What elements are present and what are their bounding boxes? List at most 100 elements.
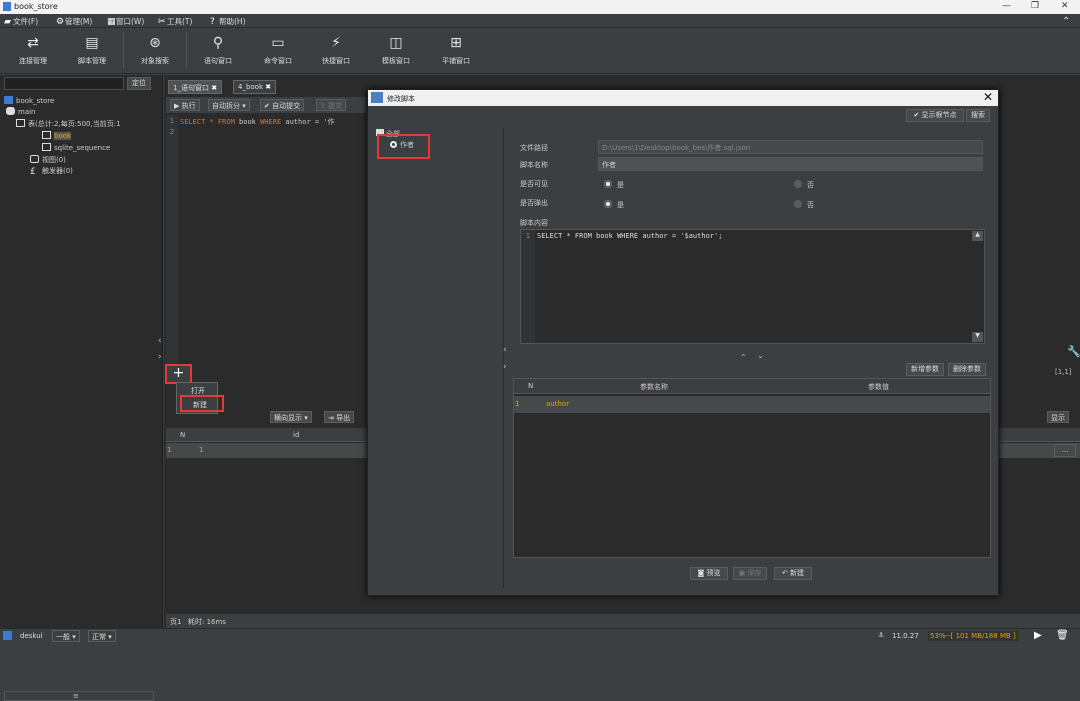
tab-statement-window[interactable]: 1_语句窗口 ✖ (168, 80, 223, 94)
tree-table-sqlite-sequence[interactable]: sqlite_sequence (42, 143, 110, 153)
chevron-left-icon[interactable]: ‹ (158, 336, 162, 346)
elapsed-time: 耗时: 16ms (188, 618, 226, 626)
export-icon: ⇥ (328, 414, 337, 422)
show-button[interactable]: 显示 (1047, 411, 1069, 423)
maximize-button[interactable]: ❐ (1031, 1, 1039, 11)
name-field[interactable]: 作者 (598, 157, 983, 171)
close-icon[interactable]: ✖ (211, 84, 217, 92)
help-icon: ? (210, 17, 215, 27)
preview-button[interactable]: ◙ 预览 (690, 567, 728, 580)
tree-tables[interactable]: 表(总计:2,每页:500,当前页:1 (16, 119, 121, 129)
collapse-icon[interactable]: ⌃ (1062, 16, 1070, 27)
toolbar-object-search-button[interactable]: ⊛ 对象搜索 (129, 34, 181, 66)
page-indicator: 页1 (170, 618, 182, 626)
visible-yes-radio[interactable]: 是 (604, 180, 624, 190)
dialog-titlebar: 修改脚本 ✕ (368, 90, 998, 106)
toolbar-command-button[interactable]: ▭ 命令窗口 (252, 34, 304, 66)
param-name-cell: author (546, 400, 570, 408)
add-script-button[interactable]: + (165, 364, 192, 384)
toolbar-template-button[interactable]: ◫ 模板窗口 (370, 34, 422, 66)
popup-label: 是否弹出 (520, 199, 548, 207)
toolbar-divider (186, 32, 187, 68)
more-button[interactable]: ... (1054, 444, 1076, 457)
close-window-button[interactable]: ✕ (1061, 1, 1069, 11)
tile-icon: ⊞ (450, 35, 462, 51)
radio-icon (794, 200, 802, 208)
run-button[interactable]: ▶ 执行 (170, 99, 200, 111)
menu-help[interactable]: ? 帮助(H) (210, 16, 246, 27)
tree-item-highlight (377, 134, 430, 159)
chevron-right-icon[interactable]: › (503, 362, 507, 372)
toolbar-label: 连接管理 (19, 57, 47, 65)
play-icon[interactable]: ▶ (1034, 630, 1042, 641)
code-line[interactable]: SELECT * FROM book WHERE author = '作 (180, 117, 335, 127)
toolbar-script-button[interactable]: ▤ 脚本管理 (66, 34, 118, 66)
bottom-bar: deskui 一般 ▾ 正常 ▾ ⚓ 11.0.27 53%--[ 101 MB… (0, 628, 1080, 644)
row-id-cell: 1 (199, 446, 204, 454)
tab-label: 4_book (238, 83, 264, 91)
menu-manage[interactable]: ⚙管理(M) (56, 16, 92, 27)
new-button[interactable]: ↶ 新建 (774, 567, 812, 580)
visible-label: 是否可见 (520, 180, 548, 188)
tree-table-book[interactable]: book (42, 131, 72, 141)
dialog-close-button[interactable]: ✕ (983, 90, 993, 104)
tree-root[interactable]: book_store (4, 96, 54, 106)
chevron-down-icon[interactable]: ⌄ (757, 351, 764, 360)
trash-icon[interactable]: 🗑 (1056, 630, 1069, 641)
toolbar-divider (123, 32, 124, 68)
commit-button[interactable]: ⇪ 提交 (316, 99, 347, 111)
delete-param-button[interactable]: 删除参数 (948, 363, 986, 376)
chevron-up-icon[interactable]: ⌃ (740, 353, 747, 362)
windows-icon: ▦ (107, 17, 116, 27)
path-field[interactable]: D:\Users\1\Desktop\book_bes\作者.sql.json (598, 140, 983, 154)
popup-no-radio[interactable]: 否 (794, 200, 814, 210)
window-title: book_store (14, 2, 58, 11)
auto-split-dropdown[interactable]: 自动拆分 ▾ (208, 99, 250, 111)
scroll-up-icon[interactable]: ▲ (972, 231, 983, 241)
code-keyword: WHERE (260, 118, 282, 126)
menu-tools[interactable]: ✂工具(T) (158, 16, 192, 27)
horizontal-scrollbar[interactable]: ≡ (4, 691, 154, 701)
tree-main[interactable]: main (6, 107, 36, 117)
menu-window[interactable]: ▦窗口(W) (107, 16, 144, 27)
mode-label: 一般 (56, 633, 70, 641)
close-icon[interactable]: ✖ (265, 83, 271, 91)
toolbar-quick-button[interactable]: ⚡ 快捷窗口 (310, 34, 362, 66)
line-number: 2 (169, 128, 175, 136)
toolbar-statement-button[interactable]: ⚲ 语句窗口 (192, 34, 244, 66)
connection-icon: ⇄ (27, 35, 39, 51)
tree-triggers[interactable]: £ 触发器(0) (30, 167, 73, 177)
new-label: 新建 (790, 569, 805, 577)
add-param-button[interactable]: 新增参数 (906, 363, 944, 376)
dialog-search-button[interactable]: 搜索 (966, 109, 990, 122)
chevron-right-icon[interactable]: › (158, 352, 162, 362)
tree-search-input[interactable] (4, 77, 124, 90)
display-mode-dropdown[interactable]: 横向显示 ▾ (270, 411, 312, 423)
chevron-left-icon[interactable]: ‹ (503, 345, 507, 355)
save-label: 保存 (747, 569, 762, 577)
tab-book[interactable]: 4_book ✖ (233, 80, 277, 94)
line-number: 1 (521, 230, 535, 343)
auto-commit-toggle[interactable]: ✔ 自动提交 (260, 99, 305, 111)
state-dropdown[interactable]: 正常 ▾ (88, 630, 116, 642)
minimize-button[interactable]: — (1002, 1, 1011, 11)
toolbar-connection-button[interactable]: ⇄ 连接管理 (7, 34, 59, 66)
memory-usage: 53%--[ 101 MB/188 MB ] (928, 631, 1018, 641)
scroll-down-icon[interactable]: ▼ (972, 332, 983, 342)
tree-views[interactable]: 视图(0) (30, 155, 66, 165)
visible-no-radio[interactable]: 否 (794, 180, 814, 190)
script-editor[interactable]: 1 SELECT * FROM book WHERE author = '$au… (520, 229, 985, 344)
dialog-title: 修改脚本 (387, 95, 415, 103)
export-button[interactable]: ⇥ 导出 (324, 411, 355, 423)
column-header-n: N (180, 431, 186, 439)
toolbar-tile-button[interactable]: ⊞ 平铺窗口 (430, 34, 482, 66)
locate-button[interactable]: 定位 (127, 77, 151, 90)
wrench-icon[interactable]: 🔧 (1067, 345, 1080, 358)
show-root-toggle[interactable]: ✔ 显示根节点 (906, 109, 964, 122)
mode-dropdown[interactable]: 一般 ▾ (52, 630, 80, 642)
table-row[interactable]: 1 author (514, 396, 990, 413)
command-icon: ▭ (271, 35, 285, 51)
menu-file[interactable]: ▰ 文件(F) (4, 16, 38, 27)
save-button[interactable]: ▣ 保存 (733, 567, 767, 580)
popup-yes-radio[interactable]: 是 (604, 200, 624, 210)
